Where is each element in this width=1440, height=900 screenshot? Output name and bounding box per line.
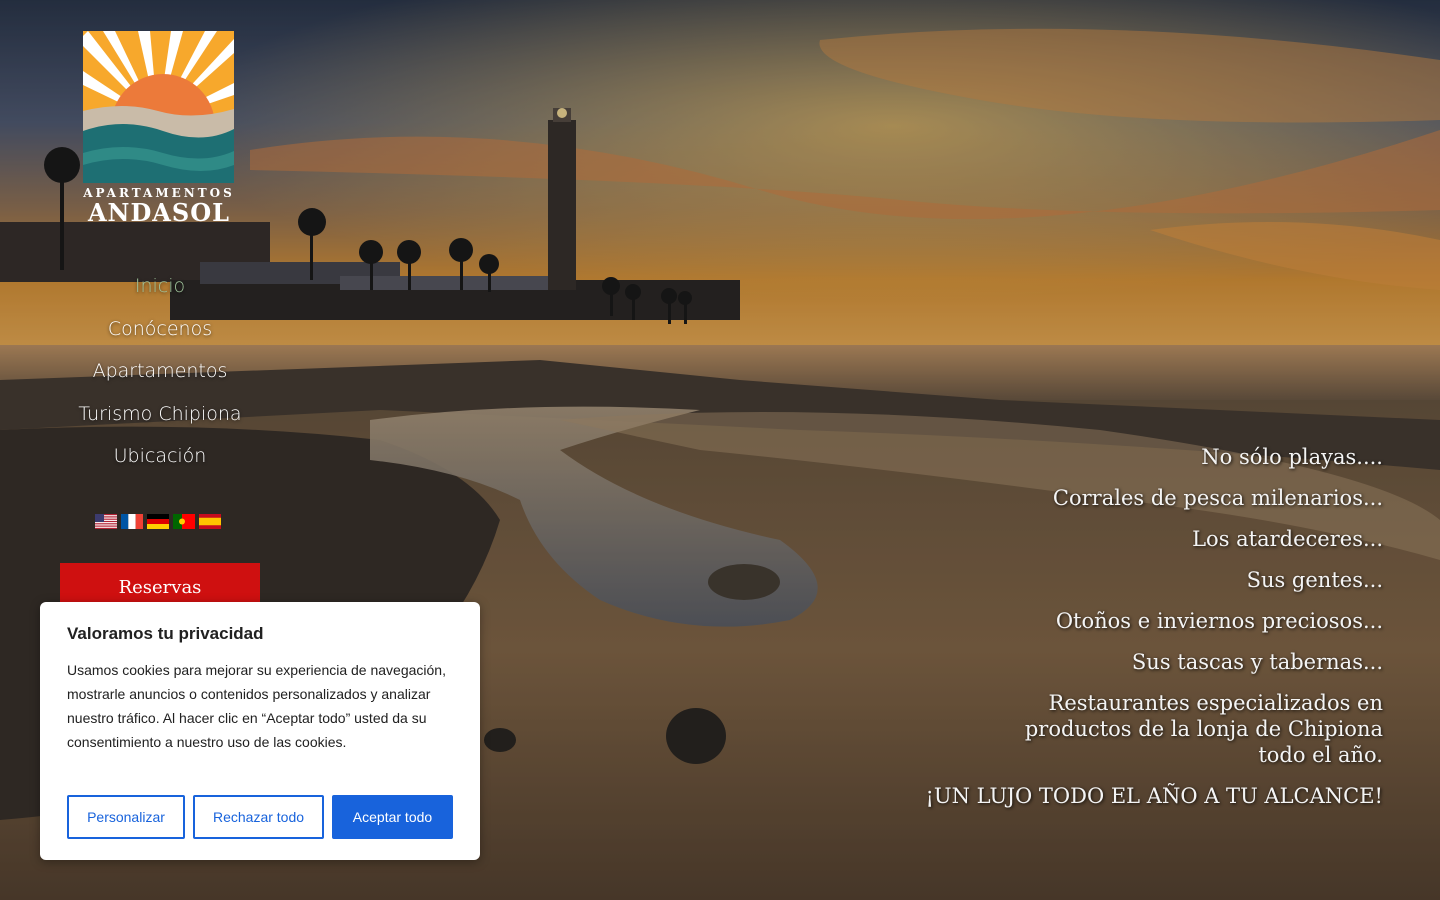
us-flag-icon[interactable] [95,514,117,529]
tagline-gentes: Sus gentes... [1246,568,1383,592]
tagline-tascas: Sus tascas y tabernas... [1131,650,1383,674]
spain-flag-icon[interactable] [199,514,221,529]
portugal-flag-icon[interactable] [173,514,195,529]
tagline-playas: No sólo playas.... [1201,445,1383,469]
nav-item-inicio[interactable]: Inicio [40,270,280,313]
nav-item-apartamentos[interactable]: Apartamentos [40,355,280,398]
cookie-actions: Personalizar Rechazar todo Aceptar todo [67,795,453,839]
tagline-lujo: ¡UN LUJO TODO EL AÑO A TU ALCANCE! [925,784,1383,808]
tagline-restaurantes: Restaurantes especializados en productos… [1024,691,1383,767]
cookie-title: Valoramos tu privacidad [67,624,264,643]
main-nav: Inicio Conócenos Apartamentos Turismo Ch… [40,270,280,483]
sun-over-sea-logo-icon [83,31,234,183]
language-switcher [95,514,221,530]
tagline-otonos: Otoños e inviernos preciosos... [1055,609,1383,633]
customize-cookies-button[interactable]: Personalizar [67,795,185,839]
cookie-description: Usamos cookies para mejorar su experienc… [67,662,446,750]
nav-item-turismo-chipiona[interactable]: Turismo Chipiona [40,398,280,441]
tagline-corrales: Corrales de pesca milenarios... [1052,486,1383,510]
nav-item-conocenos[interactable]: Conócenos [40,313,280,356]
cookie-consent-banner: Valoramos tu privacidad Usamos cookies p… [40,602,480,860]
germany-flag-icon[interactable] [147,514,169,529]
tagline-atardeceres: Los atardeceres... [1192,527,1383,551]
accept-all-cookies-button[interactable]: Aceptar todo [332,795,453,839]
france-flag-icon[interactable] [121,514,143,529]
reject-all-cookies-button[interactable]: Rechazar todo [193,795,324,839]
nav-item-ubicacion[interactable]: Ubicación [40,440,280,483]
taglines: No sólo playas.... Corrales de pesca mil… [823,444,1383,824]
logo-name: ANDASOL [87,198,231,227]
